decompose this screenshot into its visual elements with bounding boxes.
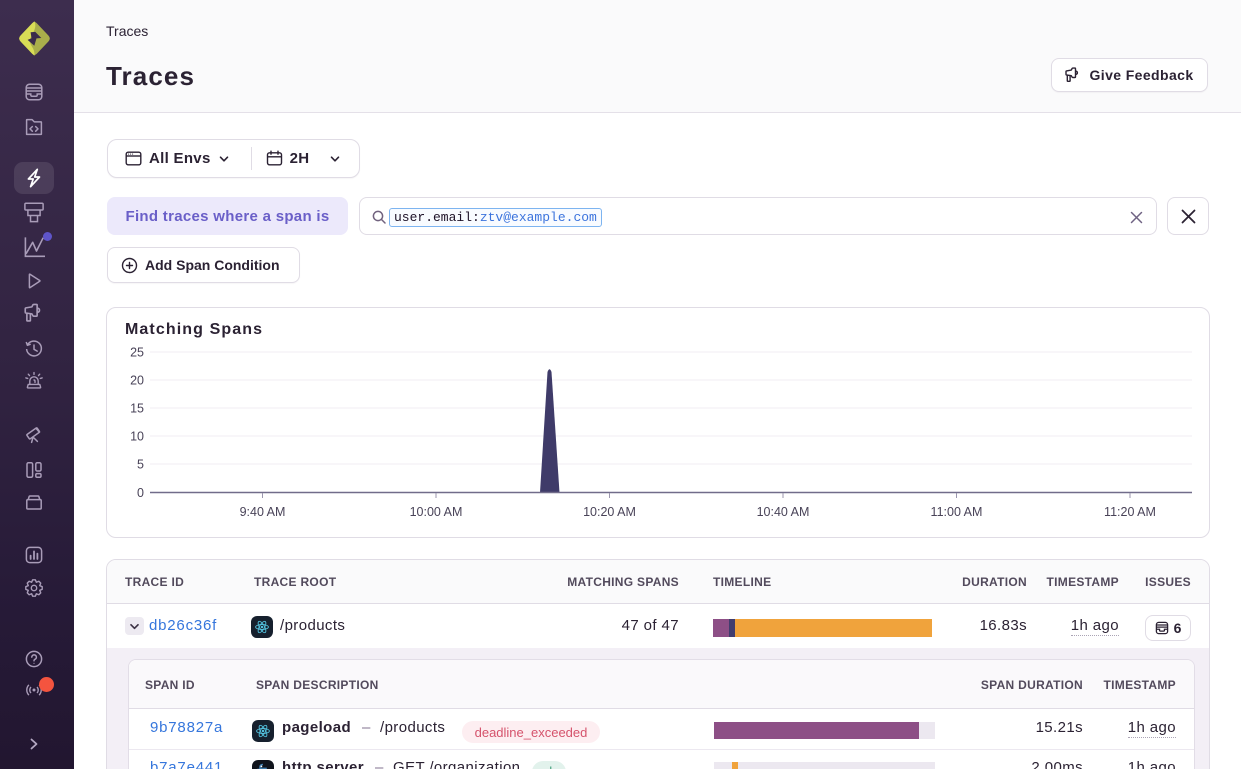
svg-text:10:00 AM: 10:00 AM bbox=[410, 505, 463, 519]
svg-text:25: 25 bbox=[130, 346, 144, 360]
svg-text:10: 10 bbox=[130, 430, 144, 444]
svg-text:0: 0 bbox=[137, 486, 144, 500]
svg-text:5: 5 bbox=[137, 458, 144, 472]
svg-text:20: 20 bbox=[130, 374, 144, 388]
svg-text:15: 15 bbox=[130, 402, 144, 416]
svg-text:10:20 AM: 10:20 AM bbox=[583, 505, 636, 519]
svg-text:11:00 AM: 11:00 AM bbox=[931, 505, 983, 519]
svg-text:9:40 AM: 9:40 AM bbox=[240, 505, 286, 519]
svg-text:10:40 AM: 10:40 AM bbox=[757, 505, 810, 519]
svg-text:11:20 AM: 11:20 AM bbox=[1104, 505, 1156, 519]
